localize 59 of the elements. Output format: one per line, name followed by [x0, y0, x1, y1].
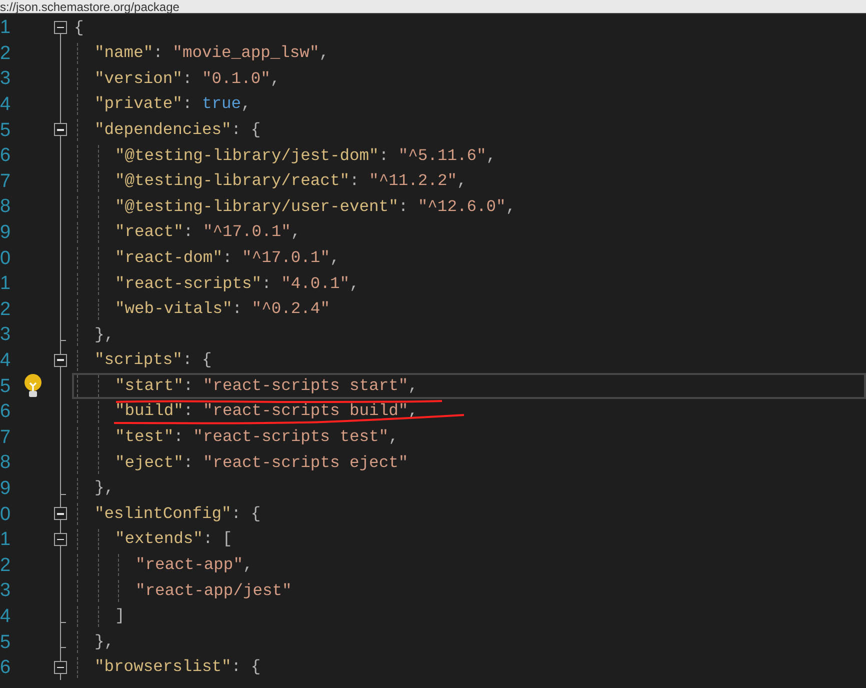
code-line: { [74, 16, 84, 39]
line-number: 0 [0, 504, 12, 524]
code-line: "eject": "react-scripts eject" [115, 452, 408, 474]
code-line: "@testing-library/jest-dom": "^5.11.6", [115, 144, 496, 167]
line-number: 1 [0, 530, 12, 550]
code-line: "@testing-library/react": "^11.2.2", [115, 170, 467, 192]
line-number: 6 [0, 146, 12, 166]
line-number: 4 [0, 606, 12, 626]
line-number: 0 [0, 248, 12, 268]
line-number: 7 [0, 172, 12, 191]
line-number: 7 [0, 428, 12, 447]
line-number: 1 [0, 18, 12, 38]
fold-toggle[interactable] [54, 21, 67, 34]
fold-toggle[interactable] [54, 532, 67, 546]
code-line: "@testing-library/user-event": "^12.6.0", [115, 196, 516, 218]
code-line: "test": "react-scripts test", [115, 426, 398, 448]
fold-toggle[interactable] [54, 354, 67, 367]
code-line: "extends": [ [115, 528, 232, 550]
code-line: "react-app", [136, 554, 253, 576]
line-number: 5 [0, 120, 12, 140]
code-line: }, [94, 324, 114, 346]
line-number: 2 [0, 44, 12, 63]
code-line: "react": "^17.0.1", [115, 221, 301, 244]
code-line: "react-app/jest" [136, 580, 292, 602]
line-number: 6 [0, 658, 12, 678]
code-line: "scripts": { [94, 349, 212, 372]
fold-toggle[interactable] [54, 660, 67, 674]
line-number: 5 [0, 376, 12, 396]
line-number: 8 [0, 197, 12, 216]
line-number: 3 [0, 581, 12, 600]
line-number: 8 [0, 453, 12, 472]
code-line: "dependencies": { [94, 118, 261, 141]
line-number: 6 [0, 402, 12, 422]
line-number: 4 [0, 351, 12, 370]
code-line: "version": "0.1.0", [94, 68, 280, 90]
code-line: }, [94, 477, 114, 500]
line-number: 4 [0, 95, 12, 114]
code-line: "react-dom": "^17.0.1", [115, 246, 340, 269]
line-number: 2 [0, 556, 12, 575]
code-line: }, [94, 630, 114, 653]
code-line: "web-vitals": "^0.2.4" [115, 298, 330, 320]
fold-toggle[interactable] [54, 123, 67, 136]
code-line: "eslintConfig": { [94, 502, 261, 525]
code-line: "start": "react-scripts start", [115, 374, 418, 397]
code-line: "react-scripts": "4.0.1", [115, 272, 360, 295]
line-number: 2 [0, 300, 12, 319]
schema-url[interactable]: s://json.schemastore.org/package [0, 0, 180, 12]
lightbulb-icon[interactable] [22, 373, 44, 400]
code-line: "browserslist": { [94, 656, 261, 678]
line-number: 3 [0, 325, 12, 344]
line-number: 3 [0, 69, 12, 88]
line-number: 9 [0, 478, 12, 498]
code-line: "name": "movie_app_lsw", [94, 42, 330, 64]
fold-toggle[interactable] [54, 507, 67, 520]
line-number: 5 [0, 632, 12, 652]
code-line: ] [115, 605, 125, 628]
line-number: 1 [0, 274, 12, 294]
code-line: "private": true, [94, 93, 251, 116]
line-number: 9 [0, 223, 12, 242]
